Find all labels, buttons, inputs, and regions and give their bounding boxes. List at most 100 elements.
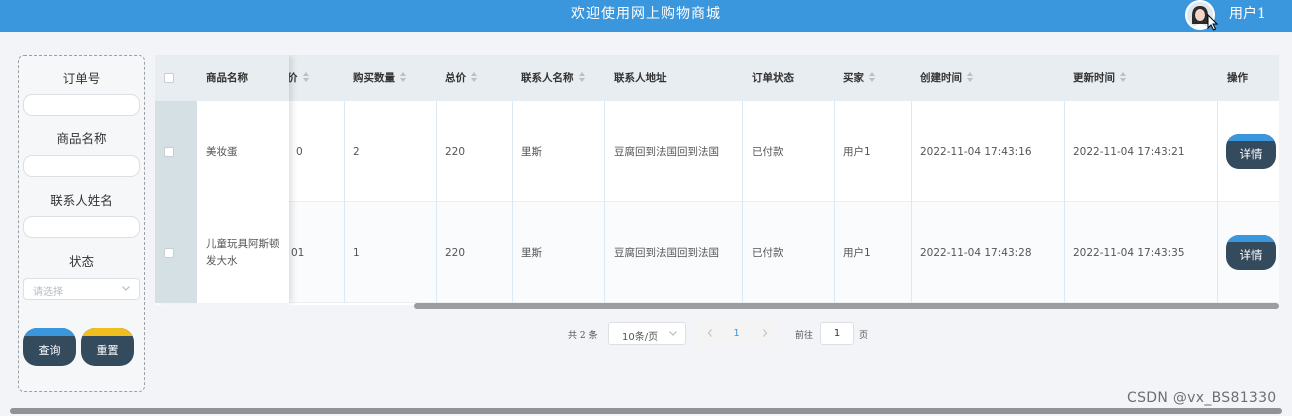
- sort-icon[interactable]: [578, 72, 586, 82]
- column-divider: [436, 101, 437, 303]
- page-horizontal-scrollbar[interactable]: [10, 408, 1282, 414]
- query-button[interactable]: 查询: [23, 328, 76, 366]
- contact-name-input[interactable]: [23, 216, 140, 238]
- cell-product: 儿童玩具阿斯顿 发大水: [206, 202, 280, 303]
- col-updated-label: 更新时间: [1073, 72, 1115, 84]
- cell-price: 01: [291, 246, 305, 259]
- goto-page-input[interactable]: 1: [820, 322, 854, 345]
- product-name-input[interactable]: [23, 155, 140, 177]
- sort-icon[interactable]: [400, 72, 407, 82]
- status-select-placeholder: 请选择: [33, 287, 63, 298]
- row-checkbox[interactable]: [164, 248, 174, 258]
- col-status-header: 订单状态: [752, 55, 794, 101]
- reset-button-label: 重置: [96, 345, 119, 357]
- order-no-input[interactable]: [23, 94, 140, 116]
- cell-quantity: 1: [353, 246, 360, 259]
- column-divider: [344, 101, 345, 303]
- column-divider: [604, 101, 605, 303]
- page-number-button[interactable]: 1: [723, 322, 750, 345]
- prev-page-button[interactable]: [696, 322, 723, 345]
- table-row[interactable]: 0 2 220 里斯 豆腐回到法国回到法国 已付款 用户1 2022-11-04…: [155, 101, 1279, 202]
- col-contact-header[interactable]: 联系人名称: [521, 55, 586, 101]
- chevron-down-icon: [122, 286, 130, 291]
- query-button-label: 查询: [38, 345, 61, 357]
- fixed-left-columns: 商品名称 美妆蛋 儿童玩具阿斯顿 发大水: [155, 55, 289, 303]
- col-address-header: 联系人地址: [614, 55, 667, 101]
- col-action-label: 操作: [1227, 72, 1248, 84]
- next-page-button[interactable]: [751, 322, 778, 345]
- site-title: 欢迎使用网上购物商城: [571, 6, 721, 22]
- col-contact-label: 联系人名称: [521, 72, 574, 84]
- cell-buyer: 用户1: [843, 146, 871, 158]
- col-created-header[interactable]: 创建时间: [920, 55, 974, 101]
- chevron-left-icon: [707, 329, 712, 337]
- column-divider: [834, 101, 835, 303]
- page-size-select[interactable]: 10条/页: [608, 322, 686, 345]
- cell-status: 已付款: [752, 247, 784, 259]
- cell-total: 220: [445, 246, 466, 259]
- reset-button[interactable]: 重置: [81, 328, 134, 366]
- chevron-down-icon: [669, 331, 677, 336]
- col-product-header: 商品名称: [206, 72, 248, 84]
- col-updated-header[interactable]: 更新时间: [1073, 55, 1127, 101]
- cell-price: 0: [296, 145, 303, 158]
- search-panel: 订单号 商品名称 联系人姓名 状态 请选择 查询 重置: [18, 55, 145, 392]
- cell-contact: 里斯: [521, 247, 542, 259]
- watermark-text: CSDN @vx_BS81330: [1127, 390, 1277, 406]
- column-divider: [512, 101, 513, 303]
- cell-quantity: 2: [353, 145, 360, 158]
- chevron-right-icon: [762, 329, 767, 337]
- sort-icon[interactable]: [869, 72, 876, 82]
- select-all-checkbox[interactable]: [164, 73, 174, 83]
- col-action-header: 操作: [1227, 55, 1248, 101]
- fixed-header: 商品名称: [155, 55, 289, 101]
- orders-table: 价 购买数量 总价 联系人名称 联系人地址 订单状态 买家 创建时间 更新时间 …: [155, 55, 1279, 305]
- status-label: 状态: [68, 254, 94, 269]
- sort-icon[interactable]: [471, 72, 478, 82]
- sort-icon[interactable]: [967, 72, 974, 82]
- selection-column: [155, 101, 197, 303]
- detail-button[interactable]: 详情: [1226, 134, 1276, 169]
- sort-icon[interactable]: [1120, 72, 1127, 82]
- cell-created: 2022-11-04 17:43:28: [920, 246, 1032, 259]
- goto-suffix: 页: [859, 331, 869, 341]
- col-total-label: 总价: [445, 72, 466, 84]
- col-created-label: 创建时间: [920, 72, 962, 84]
- column-divider: [911, 101, 912, 303]
- detail-button-label: 详情: [1239, 250, 1263, 262]
- page-size-value: 10条/页: [622, 332, 659, 343]
- pagination-total: 共 2 条: [568, 331, 598, 341]
- col-buyer-header[interactable]: 买家: [843, 55, 876, 101]
- col-buyer-label: 买家: [843, 72, 864, 84]
- detail-button[interactable]: 详情: [1226, 235, 1276, 270]
- column-divider: [1217, 101, 1218, 303]
- col-status-label: 订单状态: [752, 72, 794, 84]
- cell-total: 220: [445, 145, 466, 158]
- top-header: 欢迎使用网上购物商城 用户1: [0, 0, 1292, 32]
- cell-contact: 里斯: [521, 146, 542, 158]
- cell-address: 豆腐回到法国回到法国: [614, 146, 719, 158]
- cursor-pointer-icon: [1207, 14, 1219, 31]
- row-checkbox[interactable]: [164, 147, 174, 157]
- cell-product: 美妆蛋: [206, 146, 238, 158]
- goto-prefix: 前往: [795, 331, 814, 341]
- sort-icon[interactable]: [302, 72, 310, 82]
- table-row[interactable]: 01 1 220 里斯 豆腐回到法国回到法国 已付款 用户1 2022-11-0…: [155, 202, 1279, 303]
- contact-name-label: 联系人姓名: [50, 193, 113, 208]
- username[interactable]: 用户1: [1229, 3, 1266, 23]
- table-horizontal-scrollbar[interactable]: [414, 303, 1279, 309]
- cell-product-line1: 儿童玩具阿斯顿: [206, 237, 280, 250]
- table-header: 价 购买数量 总价 联系人名称 联系人地址 订单状态 买家 创建时间 更新时间 …: [155, 55, 1279, 101]
- cell-updated: 2022-11-04 17:43:21: [1073, 145, 1185, 158]
- status-select[interactable]: 请选择: [23, 278, 140, 300]
- col-price-header[interactable]: 价: [287, 55, 310, 101]
- column-divider: [1064, 101, 1065, 303]
- product-name-label: 商品名称: [56, 131, 107, 146]
- detail-button-label: 详情: [1239, 149, 1263, 161]
- col-address-label: 联系人地址: [614, 72, 667, 84]
- cell-status: 已付款: [752, 146, 784, 158]
- col-total-header[interactable]: 总价: [445, 55, 478, 101]
- cell-created: 2022-11-04 17:43:16: [920, 145, 1032, 158]
- col-quantity-header[interactable]: 购买数量: [353, 55, 407, 101]
- column-divider: [742, 101, 743, 303]
